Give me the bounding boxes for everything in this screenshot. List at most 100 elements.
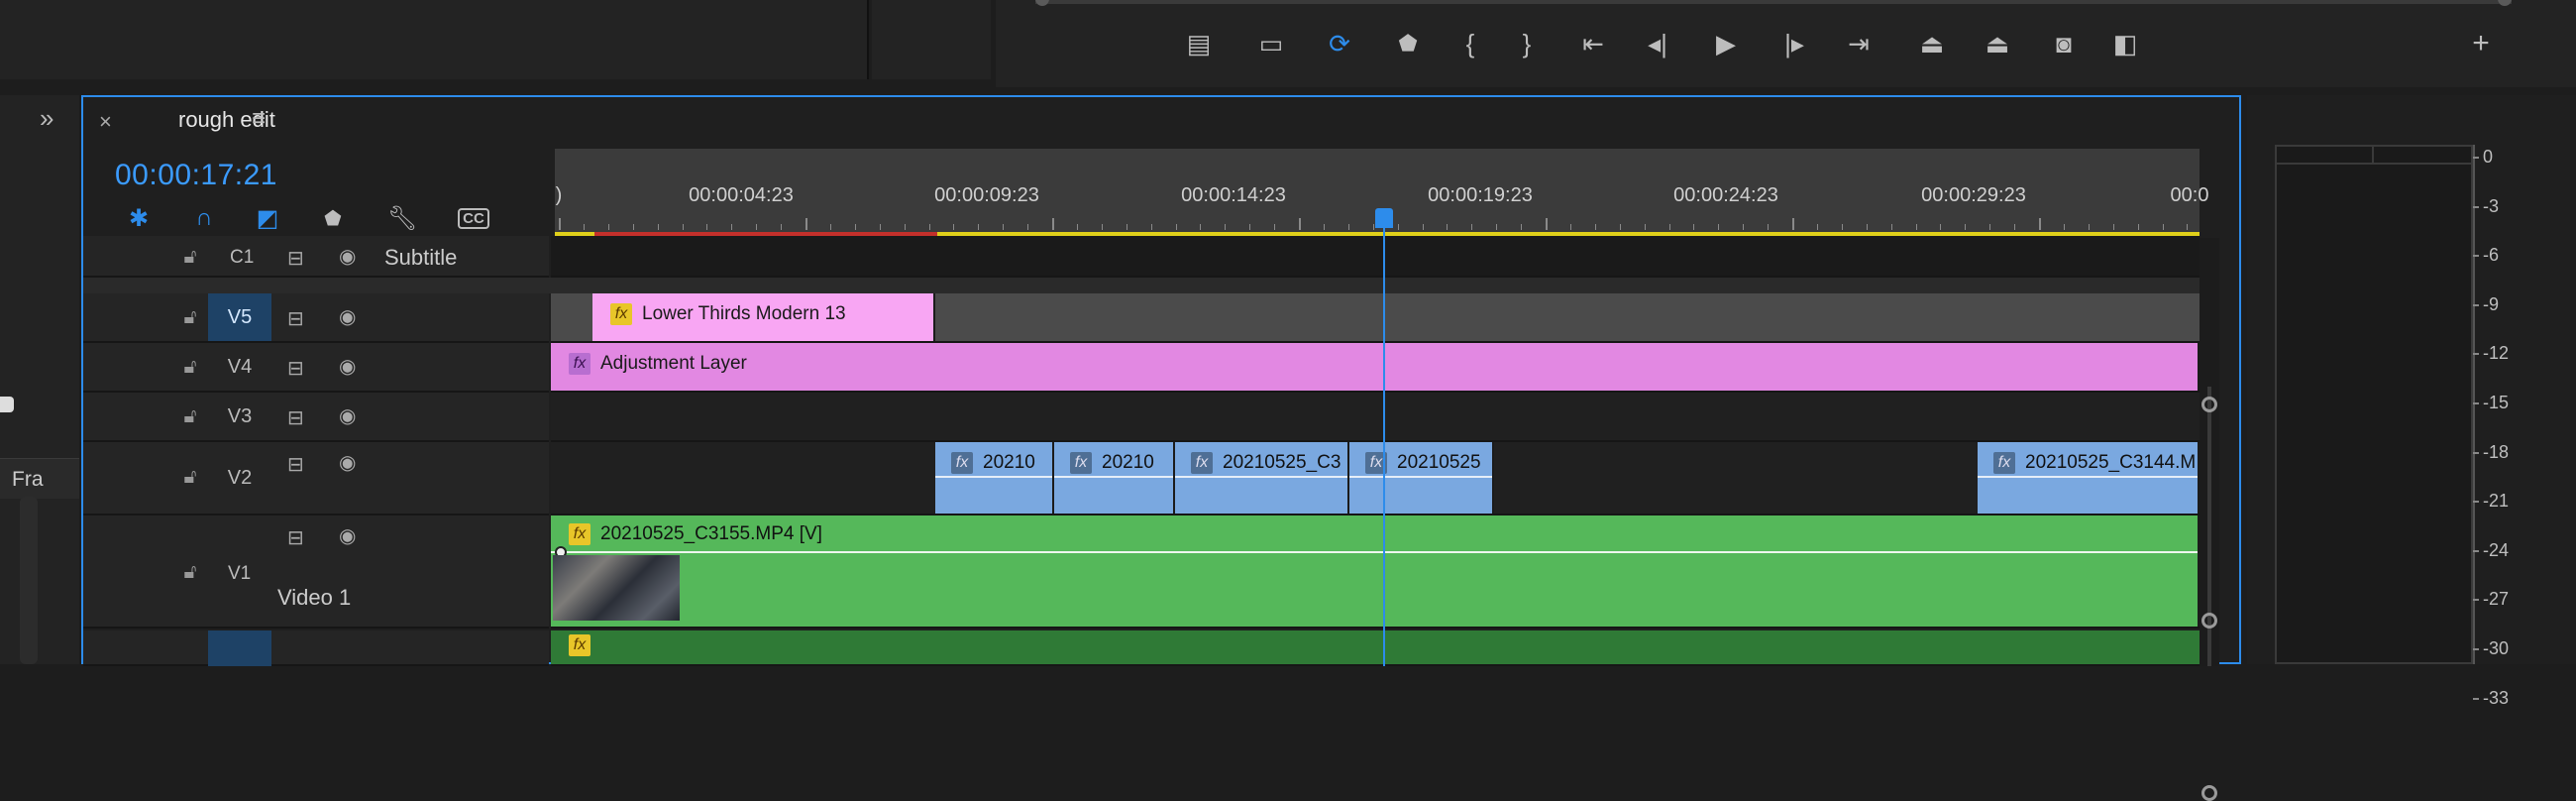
track-area-v1[interactable]: fx 20210525_C3155.MP4 [V] bbox=[551, 515, 2200, 629]
toggle-sync-lock-icon[interactable]: ⊟ bbox=[287, 246, 304, 271]
timeline-clip[interactable]: fx Lower Thirds Modern 13 bbox=[592, 293, 935, 341]
track-area-c1[interactable] bbox=[551, 236, 2200, 278]
toggle-sync-lock-icon[interactable]: ⊟ bbox=[287, 356, 304, 381]
step-forward-icon[interactable]: |▸ bbox=[1774, 24, 1814, 63]
mark-out-icon[interactable]: } bbox=[1507, 24, 1547, 63]
track-divider[interactable] bbox=[83, 278, 2200, 293]
db-label: -18 bbox=[2483, 441, 2510, 462]
ruler-tick bbox=[1743, 224, 1745, 230]
go-to-out-icon[interactable]: ⇥ bbox=[1839, 24, 1878, 63]
audio-target-a1[interactable] bbox=[208, 630, 271, 666]
lift-icon[interactable]: ⏏ bbox=[1912, 24, 1952, 63]
track-header-v5[interactable]: 🔓︎ V5 ⊟ ◉ bbox=[83, 293, 549, 343]
timeline-clip[interactable]: fx 20210525_C3 bbox=[1175, 442, 1349, 514]
frame-field[interactable]: Fra bbox=[0, 458, 79, 499]
left-scrollbar[interactable] bbox=[20, 497, 38, 664]
timeline-clip[interactable]: fx 20210525_C3144.M bbox=[1978, 442, 2200, 514]
eye-icon[interactable]: ◉ bbox=[339, 244, 356, 269]
eye-icon[interactable]: ◉ bbox=[339, 450, 356, 475]
track-area-a1[interactable]: fx bbox=[551, 630, 2200, 666]
ruler-tick bbox=[1546, 218, 1548, 230]
step-back-icon[interactable]: ◂| bbox=[1638, 24, 1677, 63]
track-target-v2[interactable]: V2 bbox=[208, 442, 271, 514]
track-header-v2[interactable]: 🔓︎ V2 ⊟ ◉ bbox=[83, 442, 549, 515]
scrub-start-knob[interactable] bbox=[1035, 0, 1049, 6]
lock-icon[interactable]: 🔓︎ bbox=[178, 561, 202, 584]
clip-divider bbox=[1054, 476, 1173, 478]
scroll-knob-audio[interactable] bbox=[2201, 785, 2217, 801]
track-area-v2[interactable]: fx 20210 fx 20210 fx 20210525_C3 fx 20210525… bbox=[551, 442, 2200, 515]
marker-icon[interactable]: ⬟ bbox=[1388, 24, 1428, 63]
timeline-clip[interactable]: fx 20210 bbox=[1054, 442, 1175, 514]
track-target-v4[interactable]: V4 bbox=[208, 343, 271, 391]
track-area-v5[interactable]: fx Lower Thirds Modern 13 bbox=[551, 293, 2200, 343]
scrub-end-knob[interactable] bbox=[2498, 0, 2512, 6]
eye-icon[interactable]: ◉ bbox=[339, 523, 356, 548]
timeline-clip[interactable]: fx 20210525 bbox=[1349, 442, 1494, 514]
button-editor-icon[interactable]: ▤ bbox=[1179, 24, 1219, 63]
safe-margins-icon[interactable]: ▭ bbox=[1251, 24, 1291, 63]
scroll-knob-top[interactable] bbox=[2201, 397, 2217, 412]
eye-icon[interactable]: ◉ bbox=[339, 304, 356, 329]
track-header-c1[interactable]: 🔓︎ C1 ⊟ ◉ Subtitle bbox=[83, 236, 549, 278]
play-icon[interactable]: ▶ bbox=[1706, 24, 1746, 63]
export-frame-icon[interactable]: ◙ bbox=[2044, 24, 2084, 63]
ruler-tick bbox=[829, 224, 831, 230]
playhead-timecode[interactable]: 00:00:17:21 bbox=[115, 159, 277, 192]
toggle-sync-lock-icon[interactable]: ⊟ bbox=[287, 405, 304, 430]
lock-icon[interactable]: 🔓︎ bbox=[178, 306, 202, 329]
timeline-settings-icon[interactable]: 🔧︎ bbox=[382, 200, 422, 236]
fx-badge-icon: fx bbox=[569, 523, 590, 545]
track-target-v5[interactable]: V5 bbox=[208, 293, 271, 341]
track-header-a1[interactable] bbox=[83, 630, 549, 666]
ruler-tick bbox=[1841, 224, 1843, 230]
left-panel-strip: » Fra bbox=[0, 95, 79, 664]
db-tick bbox=[2473, 501, 2479, 504]
close-tab-icon[interactable]: × bbox=[99, 109, 112, 135]
track-area-v3[interactable] bbox=[551, 393, 2200, 442]
snap-icon[interactable]: ∩ bbox=[184, 200, 224, 236]
ruler-tick bbox=[1668, 224, 1670, 230]
toggle-sync-lock-icon[interactable]: ⊟ bbox=[287, 525, 304, 550]
expand-panels-icon[interactable]: » bbox=[40, 103, 54, 134]
lock-icon[interactable]: 🔓︎ bbox=[178, 466, 202, 489]
compare-view-icon[interactable]: ◧ bbox=[2105, 24, 2145, 63]
eye-icon[interactable]: ◉ bbox=[339, 354, 356, 379]
panel-menu-icon[interactable]: ≡ bbox=[252, 105, 266, 133]
timeline-clip[interactable]: fx Adjustment Layer bbox=[551, 343, 2200, 391]
go-to-in-icon[interactable]: ⇤ bbox=[1573, 24, 1613, 63]
nest-sequences-icon[interactable]: ✱ bbox=[119, 200, 159, 236]
vertical-scrollbar[interactable] bbox=[2200, 238, 2219, 801]
toggle-sync-lock-icon[interactable]: ⊟ bbox=[287, 452, 304, 477]
track-header-v3[interactable]: 🔓︎ V3 ⊟ ◉ bbox=[83, 393, 549, 442]
audio-meter-panel bbox=[2247, 95, 2576, 664]
ruler-tick bbox=[657, 224, 659, 230]
db-tick bbox=[2473, 157, 2479, 159]
lock-icon[interactable]: 🔓︎ bbox=[178, 246, 202, 269]
loop-icon[interactable]: ⟳ bbox=[1320, 24, 1359, 63]
add-button-icon[interactable]: + bbox=[2461, 24, 2501, 63]
timeline-clip[interactable]: fx 20210525_C3155.MP4 [V] bbox=[551, 515, 2200, 627]
track-header-v4[interactable]: 🔓︎ V4 ⊟ ◉ bbox=[83, 343, 549, 393]
eye-icon[interactable]: ◉ bbox=[339, 403, 356, 428]
ruler-tick bbox=[1569, 224, 1571, 230]
scroll-knob-bottom[interactable] bbox=[2201, 613, 2217, 629]
extract-icon[interactable]: ⏏ bbox=[1978, 24, 2017, 63]
ruler-tick bbox=[1027, 224, 1029, 230]
lock-icon[interactable]: 🔓︎ bbox=[178, 405, 202, 428]
track-area-v4[interactable]: fx Adjustment Layer bbox=[551, 343, 2200, 393]
playback-scrub-bar[interactable] bbox=[1035, 0, 2512, 6]
add-marker-icon[interactable]: ⬟ bbox=[313, 200, 353, 236]
linked-selection-icon[interactable]: ◩ bbox=[248, 200, 287, 236]
playhead-handle[interactable] bbox=[1375, 208, 1393, 228]
lock-icon[interactable]: 🔓︎ bbox=[178, 356, 202, 379]
timeline-clip[interactable]: fx 20210 bbox=[935, 442, 1054, 514]
track-target-v1[interactable]: V1 bbox=[228, 563, 251, 585]
captions-icon[interactable]: CC bbox=[454, 200, 493, 236]
track-target-v3[interactable]: V3 bbox=[208, 393, 271, 440]
toggle-sync-lock-icon[interactable]: ⊟ bbox=[287, 306, 304, 331]
opacity-line[interactable] bbox=[551, 551, 2198, 553]
track-header-v1[interactable]: 🔓︎ V1 ⊟ ◉ Video 1 bbox=[83, 515, 549, 629]
db-label: -24 bbox=[2483, 539, 2510, 560]
mark-in-icon[interactable]: { bbox=[1450, 24, 1490, 63]
